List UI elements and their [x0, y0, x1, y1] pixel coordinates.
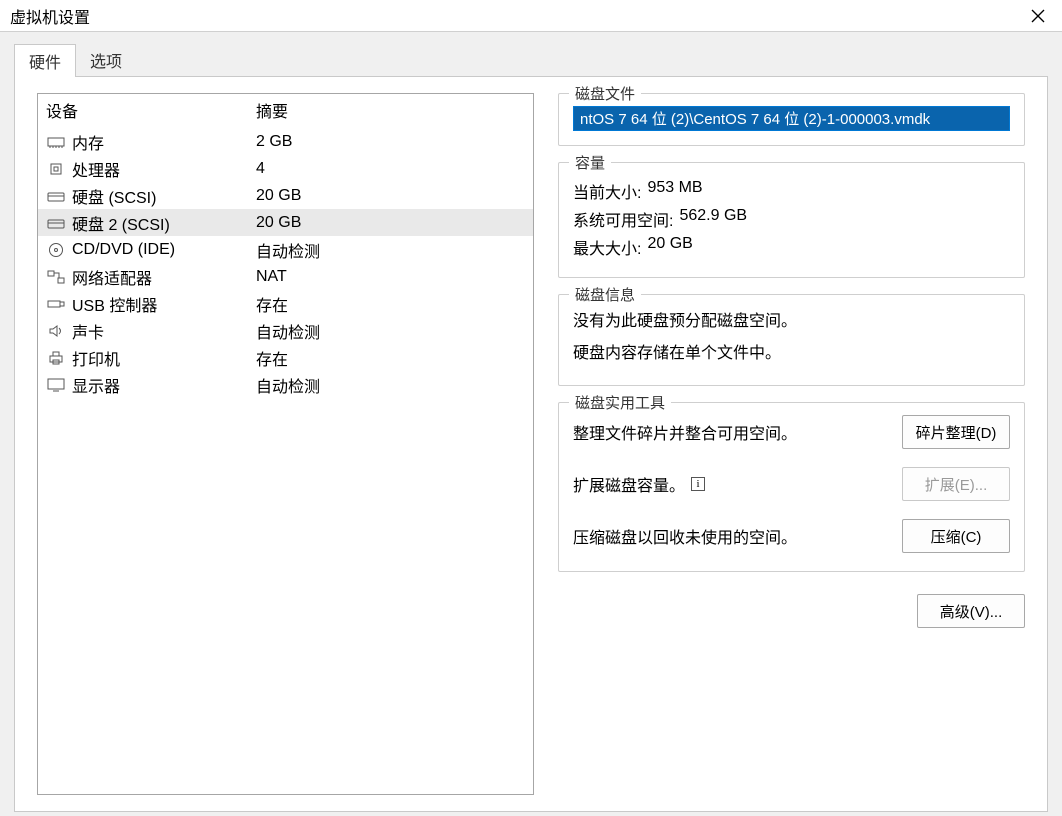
tab-hardware[interactable]: 硬件: [14, 44, 76, 77]
cd-icon: [46, 241, 66, 259]
label-max-size: 最大大小:: [573, 235, 641, 259]
advanced-button[interactable]: 高级(V)...: [917, 594, 1025, 628]
disk-info-line1: 没有为此硬盘预分配磁盘空间。: [573, 307, 1010, 331]
close-button[interactable]: [1014, 0, 1062, 32]
device-name: 硬盘 (SCSI): [72, 184, 256, 208]
device-summary: 2 GB: [256, 133, 525, 151]
display-icon: [46, 376, 66, 394]
device-summary: 20 GB: [256, 214, 525, 232]
network-icon: [46, 268, 66, 286]
device-row[interactable]: 内存2 GB: [38, 128, 533, 155]
cpu-icon: [46, 160, 66, 178]
device-name: 显示器: [72, 373, 256, 397]
device-summary: 存在: [256, 346, 525, 370]
disk-file-path[interactable]: [573, 106, 1010, 131]
printer-icon: [46, 349, 66, 367]
defrag-text: 整理文件碎片并整合可用空间。: [573, 420, 797, 444]
detail-column: 磁盘文件 容量 当前大小: 953 MB 系统可用空间: 562.9 GB 最大…: [558, 93, 1025, 795]
label-current-size: 当前大小:: [573, 179, 641, 203]
device-name: USB 控制器: [72, 292, 256, 316]
device-summary: NAT: [256, 268, 525, 286]
expand-text: 扩展磁盘容量。: [573, 472, 685, 496]
device-row[interactable]: 打印机存在: [38, 344, 533, 371]
info-icon[interactable]: i: [691, 477, 705, 491]
defrag-button[interactable]: 碎片整理(D): [902, 415, 1010, 449]
device-name: CD/DVD (IDE): [72, 241, 256, 259]
group-title-utilities: 磁盘实用工具: [569, 392, 671, 413]
group-title-capacity: 容量: [569, 152, 611, 173]
expand-button: 扩展(E)...: [902, 467, 1010, 501]
group-capacity: 容量 当前大小: 953 MB 系统可用空间: 562.9 GB 最大大小: 2…: [558, 162, 1025, 278]
value-current-size: 953 MB: [647, 179, 702, 203]
tab-panel-hardware: 设备 摘要 内存2 GB处理器4硬盘 (SCSI)20 GB硬盘 2 (SCSI…: [14, 76, 1048, 812]
device-row[interactable]: 处理器4: [38, 155, 533, 182]
disk-icon: [46, 214, 66, 232]
device-row[interactable]: 声卡自动检测: [38, 317, 533, 344]
device-name: 硬盘 2 (SCSI): [72, 211, 256, 235]
device-name: 网络适配器: [72, 265, 256, 289]
compact-button[interactable]: 压缩(C): [902, 519, 1010, 553]
tab-options[interactable]: 选项: [76, 44, 136, 77]
col-header-device: 设备: [46, 98, 256, 122]
device-summary: 自动检测: [256, 238, 525, 262]
compact-text: 压缩磁盘以回收未使用的空间。: [573, 524, 797, 548]
device-list: 设备 摘要 内存2 GB处理器4硬盘 (SCSI)20 GB硬盘 2 (SCSI…: [37, 93, 534, 795]
device-row[interactable]: 网络适配器NAT: [38, 263, 533, 290]
group-utilities: 磁盘实用工具 整理文件碎片并整合可用空间。 碎片整理(D) 扩展磁盘容量。 i …: [558, 402, 1025, 572]
device-name: 打印机: [72, 346, 256, 370]
close-icon: [1031, 9, 1045, 23]
device-summary: 自动检测: [256, 373, 525, 397]
window-title: 虚拟机设置: [10, 4, 1014, 28]
group-disk-file: 磁盘文件: [558, 93, 1025, 146]
usb-icon: [46, 295, 66, 313]
device-row[interactable]: CD/DVD (IDE)自动检测: [38, 236, 533, 263]
label-free-space: 系统可用空间:: [573, 207, 673, 231]
audio-icon: [46, 322, 66, 340]
group-title-disk-file: 磁盘文件: [569, 83, 641, 104]
disk-info-line2: 硬盘内容存储在单个文件中。: [573, 339, 1010, 363]
device-summary: 20 GB: [256, 187, 525, 205]
memory-icon: [46, 133, 66, 151]
group-title-disk-info: 磁盘信息: [569, 284, 641, 305]
group-disk-info: 磁盘信息 没有为此硬盘预分配磁盘空间。 硬盘内容存储在单个文件中。: [558, 294, 1025, 386]
col-header-summary: 摘要: [256, 98, 525, 122]
value-max-size: 20 GB: [647, 235, 692, 259]
tabs-row: 硬件 选项: [0, 32, 1062, 77]
device-summary: 4: [256, 160, 525, 178]
device-row[interactable]: 硬盘 2 (SCSI)20 GB: [38, 209, 533, 236]
device-row[interactable]: USB 控制器存在: [38, 290, 533, 317]
device-row[interactable]: 显示器自动检测: [38, 371, 533, 398]
device-list-header: 设备 摘要: [38, 94, 533, 128]
disk-icon: [46, 187, 66, 205]
device-row[interactable]: 硬盘 (SCSI)20 GB: [38, 182, 533, 209]
device-summary: 自动检测: [256, 319, 525, 343]
device-name: 处理器: [72, 157, 256, 181]
titlebar: 虚拟机设置: [0, 0, 1062, 32]
value-free-space: 562.9 GB: [679, 207, 747, 231]
device-name: 声卡: [72, 319, 256, 343]
device-name: 内存: [72, 130, 256, 154]
device-summary: 存在: [256, 292, 525, 316]
